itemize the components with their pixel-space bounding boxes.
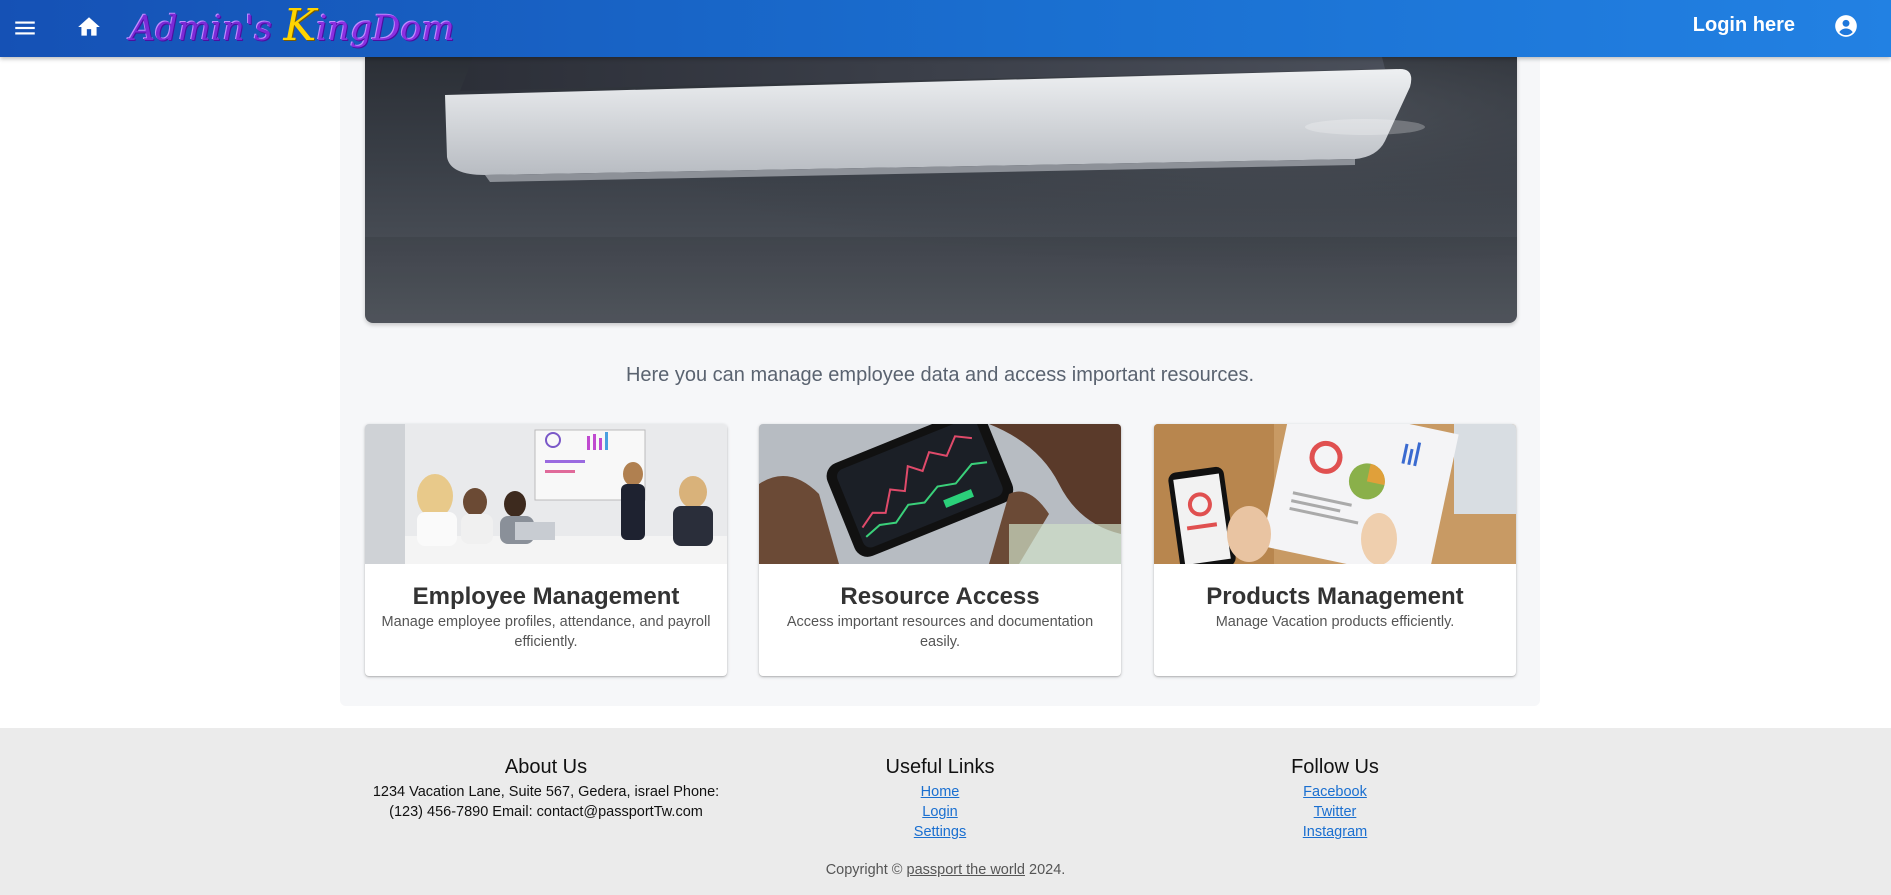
footer: About Us 1234 Vacation Lane, Suite 567, … bbox=[0, 728, 1891, 895]
card-resource-access[interactable]: Resource Access Access important resourc… bbox=[759, 424, 1121, 676]
card-employee-management[interactable]: Employee Management Manage employee prof… bbox=[365, 424, 727, 676]
footer-link-facebook[interactable]: Facebook bbox=[1135, 782, 1535, 802]
home-icon[interactable] bbox=[76, 14, 102, 40]
intro-text: Here you can manage employee data and ac… bbox=[625, 364, 1255, 386]
footer-link-settings[interactable]: Settings bbox=[740, 822, 1140, 842]
card-description: Manage Vacation products efficiently. bbox=[1215, 614, 1455, 630]
footer-about: About Us 1234 Vacation Lane, Suite 567, … bbox=[346, 754, 746, 822]
card-title: Employee Management bbox=[412, 583, 680, 610]
account-circle-icon[interactable] bbox=[1833, 13, 1859, 39]
footer-follow-us: Follow Us Facebook Twitter Instagram bbox=[1135, 754, 1535, 842]
laptop-photo bbox=[365, 57, 1517, 323]
copyright-suffix: 2024. bbox=[1024, 862, 1066, 878]
site-logo[interactable]: Admin's KingDom bbox=[130, 2, 455, 54]
app-bar: Admin's KingDom Login here bbox=[0, 0, 1891, 57]
card-products-management[interactable]: Products Management Manage Vacation prod… bbox=[1154, 424, 1516, 676]
card-title: Resource Access bbox=[840, 583, 1040, 610]
menu-icon[interactable] bbox=[12, 15, 38, 41]
footer-link-login[interactable]: Login bbox=[740, 802, 1140, 822]
footer-follow-heading: Follow Us bbox=[1291, 756, 1379, 778]
hero-image bbox=[365, 57, 1517, 323]
team-meeting-photo bbox=[365, 424, 727, 564]
footer-useful-links: Useful Links Home Login Settings bbox=[740, 754, 1140, 842]
footer-link-instagram[interactable]: Instagram bbox=[1135, 822, 1535, 842]
card-description: Manage employee profiles, attendance, an… bbox=[381, 614, 711, 650]
copyright: Copyright © passport the world 2024. bbox=[0, 860, 1891, 880]
footer-links-heading: Useful Links bbox=[885, 756, 995, 778]
footer-link-twitter[interactable]: Twitter bbox=[1135, 802, 1535, 822]
logo-part-1: Admin's bbox=[130, 9, 284, 49]
footer-contact-info: 1234 Vacation Lane, Suite 567, Gedera, i… bbox=[372, 784, 720, 820]
footer-about-heading: About Us bbox=[504, 756, 588, 778]
phone-trading-photo bbox=[759, 424, 1121, 564]
copyright-prefix: Copyright © bbox=[825, 862, 907, 878]
logo-part-3: ingDom bbox=[316, 9, 455, 49]
card-title: Products Management bbox=[1206, 583, 1464, 610]
charts-report-photo bbox=[1154, 424, 1516, 564]
copyright-link[interactable]: passport the world bbox=[907, 862, 1025, 878]
logo-part-2: K bbox=[283, 0, 317, 51]
login-link[interactable]: Login here bbox=[1693, 12, 1795, 38]
card-description: Access important resources and documenta… bbox=[786, 614, 1094, 650]
footer-link-home[interactable]: Home bbox=[740, 782, 1140, 802]
